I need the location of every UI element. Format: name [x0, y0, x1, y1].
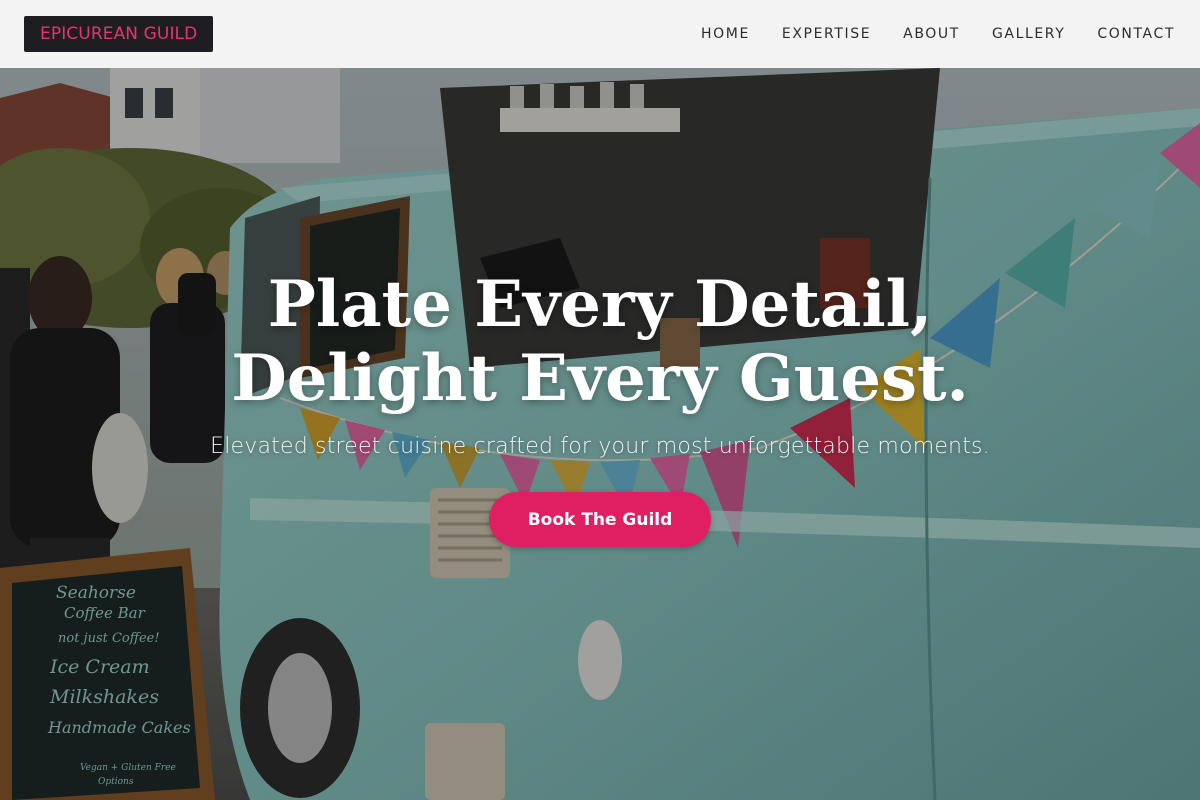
hero-subtitle: Elevated street cuisine crafted for your… — [210, 434, 990, 459]
nav-expertise[interactable]: EXPERTISE — [782, 26, 871, 42]
hero-title: Plate Every Detail, Delight Every Guest. — [0, 268, 1200, 416]
nav-contact[interactable]: CONTACT — [1097, 26, 1175, 42]
hero-section: Seahorse Coffee Bar not just Coffee! Ice… — [0, 68, 1200, 800]
book-the-guild-button[interactable]: Book The Guild — [489, 492, 711, 547]
site-header: EPICUREAN GUILD HOME EXPERTISE ABOUT GAL… — [0, 0, 1200, 68]
hero-title-line-2: Delight Every Guest. — [231, 341, 969, 416]
nav-gallery[interactable]: GALLERY — [992, 26, 1065, 42]
site-logo[interactable]: EPICUREAN GUILD — [24, 16, 214, 52]
page: EPICUREAN GUILD HOME EXPERTISE ABOUT GAL… — [0, 0, 1200, 800]
nav-about[interactable]: ABOUT — [903, 26, 960, 42]
nav-home[interactable]: HOME — [701, 26, 750, 42]
hero-title-line-1: Plate Every Detail, — [267, 267, 933, 342]
main-nav: HOME EXPERTISE ABOUT GALLERY CONTACT — [701, 0, 1175, 68]
